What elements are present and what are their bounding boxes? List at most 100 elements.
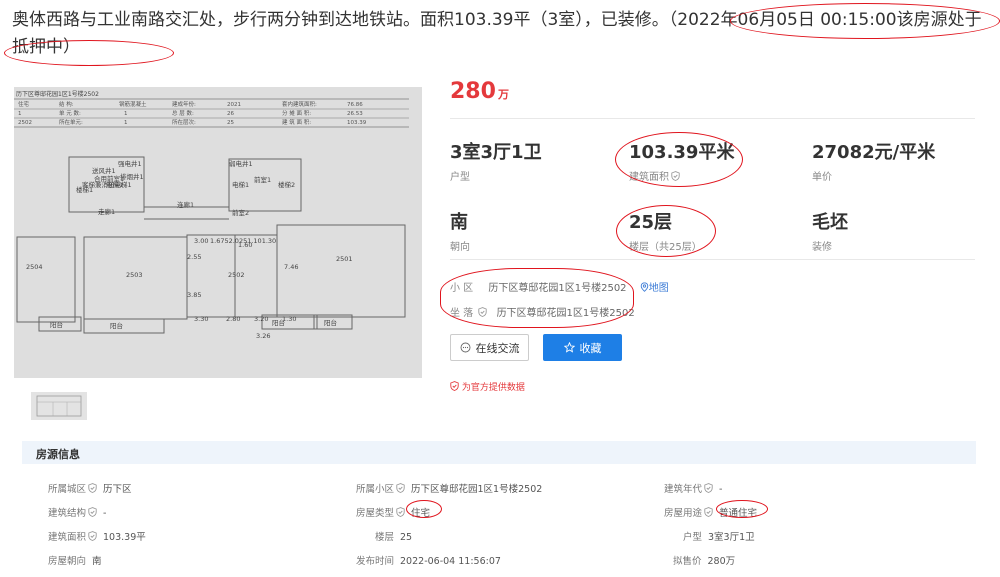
divider (450, 259, 975, 260)
svg-text:所在单元:: 所在单元: (59, 118, 83, 126)
total-price: 280 万 (450, 79, 509, 104)
map-pin-icon (640, 282, 649, 292)
stat-layout-label: 户型 (450, 172, 470, 183)
stat-floor-value: 25层 (629, 212, 673, 233)
svg-text:76.86: 76.86 (347, 102, 363, 108)
section-title: 房源信息 (36, 448, 80, 461)
svg-text:阳台: 阳台 (324, 318, 337, 327)
stat-unit-price: 27082元/平米 单价 (812, 142, 935, 183)
info-district: 所属城区 历下区 (48, 483, 132, 495)
info-community: 所属小区 历下区尊邸花园1区1号楼2502 (356, 483, 543, 495)
info-publish-time: 发布时间 2022-06-04 11:56:07 (356, 556, 501, 567)
listing-headline: 奥体西路与工业南路交汇处，步行两分钟到达地铁站。面积103.39平（3室），已装… (12, 10, 982, 57)
svg-text:分 摊 面 积:: 分 摊 面 积: (282, 109, 311, 117)
svg-text:7.46: 7.46 (284, 263, 298, 271)
svg-text:2502: 2502 (228, 271, 245, 279)
stat-orientation-label: 朝向 (450, 242, 470, 253)
floorplan-image[interactable]: 历下区尊邸花园1区1号楼2502 住宅 结 构: 钢筋混凝土 建成年份: 202… (14, 87, 422, 378)
svg-text:送风井1: 送风井1 (92, 166, 116, 175)
info-floor: 楼层 25 (375, 532, 413, 543)
shield-check-icon (704, 507, 713, 517)
shield-check-icon (478, 307, 488, 317)
thumbnail-image (31, 392, 87, 420)
shield-check-icon (671, 171, 680, 181)
svg-text:客梯兼消防电梯1: 客梯兼消防电梯1 (82, 180, 132, 189)
svg-text:25: 25 (227, 120, 234, 126)
shield-check-icon (396, 483, 405, 493)
community-value: 历下区尊邸花园1区1号楼2502 (488, 283, 627, 294)
shield-check-icon (88, 531, 97, 541)
stat-floor-label: 楼层（共25层） (629, 242, 702, 253)
svg-text:2504: 2504 (26, 263, 43, 271)
shield-check-icon (88, 507, 97, 517)
shield-check-icon (450, 381, 459, 391)
svg-text:住宅: 住宅 (18, 100, 30, 108)
svg-text:1.6752.0251.101.30: 1.6752.0251.101.30 (210, 237, 276, 245)
svg-text:2503: 2503 (126, 271, 143, 279)
svg-text:1.30: 1.30 (282, 315, 296, 323)
price-unit: 万 (497, 88, 509, 101)
stat-layout: 3室3厅1卫 户型 (450, 142, 542, 183)
svg-text:排烟井1: 排烟井1 (120, 172, 144, 181)
svg-text:楼梯2: 楼梯2 (278, 180, 295, 189)
svg-text:3.26: 3.26 (256, 332, 270, 340)
info-asking-price: 拟售价 280万 (673, 556, 736, 567)
map-link-label: 地图 (648, 283, 669, 294)
shield-check-icon (704, 483, 713, 493)
svg-text:26.53: 26.53 (347, 111, 363, 117)
map-link[interactable]: 地图 (640, 282, 669, 294)
svg-text:走廊1: 走廊1 (98, 207, 115, 216)
official-data-note: 为官方提供数据 (450, 380, 525, 393)
svg-text:2501: 2501 (336, 255, 353, 263)
stat-unit-price-value: 27082元/平米 (812, 142, 936, 163)
svg-text:前室2: 前室2 (232, 208, 249, 217)
stat-floor: 25层 楼层（共25层） (629, 212, 702, 253)
location-row: 坐 落 历下区尊邸花园1区1号楼2502 (450, 304, 635, 319)
svg-text:钢筋混凝土: 钢筋混凝土 (119, 100, 147, 108)
info-orientation: 房屋朝向南 (48, 556, 102, 567)
stat-orientation-value: 南 (450, 212, 468, 233)
community-key: 小 区 (450, 283, 474, 294)
shield-check-icon (88, 483, 97, 493)
info-house-type: 房屋类型 住宅 (356, 507, 431, 519)
svg-text:1: 1 (124, 120, 128, 126)
favorite-button[interactable]: 收藏 (543, 334, 622, 361)
floorplan-header: 历下区尊邸花园1区1号楼2502 (16, 90, 99, 98)
svg-text:2021: 2021 (227, 102, 241, 108)
location-value: 历下区尊邸花园1区1号楼2502 (496, 308, 635, 319)
info-layout: 户型 3室3厅1卫 (683, 532, 755, 543)
svg-text:建成年份:: 建成年份: (172, 100, 196, 108)
svg-text:1: 1 (18, 111, 22, 117)
location-key: 坐 落 (450, 308, 474, 319)
svg-text:所在层次:: 所在层次: (172, 118, 196, 126)
stat-area-label: 建筑面积 (629, 172, 669, 183)
community-row: 小 区 历下区尊邸花园1区1号楼2502 地图 (450, 279, 669, 294)
info-area: 建筑面积 103.39平 (48, 531, 146, 543)
floorplan-drawing: 历下区尊邸花园1区1号楼2502 住宅 结 构: 钢筋混凝土 建成年份: 202… (14, 87, 422, 378)
svg-text:前室1: 前室1 (254, 175, 271, 184)
annotation-circle (440, 268, 634, 328)
svg-text:3.30: 3.30 (194, 315, 208, 323)
divider (450, 118, 975, 119)
stat-decoration: 毛坯 装修 (812, 212, 848, 253)
svg-text:建 筑 面 积:: 建 筑 面 积: (282, 118, 311, 126)
svg-text:2.55: 2.55 (187, 253, 201, 261)
svg-text:强电井1: 强电井1 (118, 159, 142, 168)
svg-text:连廊1: 连廊1 (177, 200, 194, 209)
shield-check-icon (396, 507, 405, 517)
floorplan-thumbnail[interactable] (31, 392, 87, 420)
online-chat-button[interactable]: 在线交流 (450, 334, 529, 361)
svg-text:套内建筑面积:: 套内建筑面积: (282, 100, 317, 108)
svg-text:总 层 数:: 总 层 数: (172, 109, 194, 117)
svg-text:103.39: 103.39 (347, 120, 367, 126)
svg-text:3.00: 3.00 (194, 237, 208, 245)
info-structure: 建筑结构 - (48, 507, 107, 519)
svg-text:电梯1: 电梯1 (232, 180, 249, 189)
svg-text:1: 1 (124, 111, 128, 117)
svg-text:弱电井1: 弱电井1 (229, 159, 253, 168)
svg-text:3.20: 3.20 (254, 315, 268, 323)
svg-text:结 构:: 结 构: (59, 100, 74, 108)
stat-layout-value: 3室3厅1卫 (450, 142, 542, 163)
official-data-note-text: 为官方提供数据 (461, 383, 525, 393)
svg-text:2502: 2502 (18, 120, 32, 126)
